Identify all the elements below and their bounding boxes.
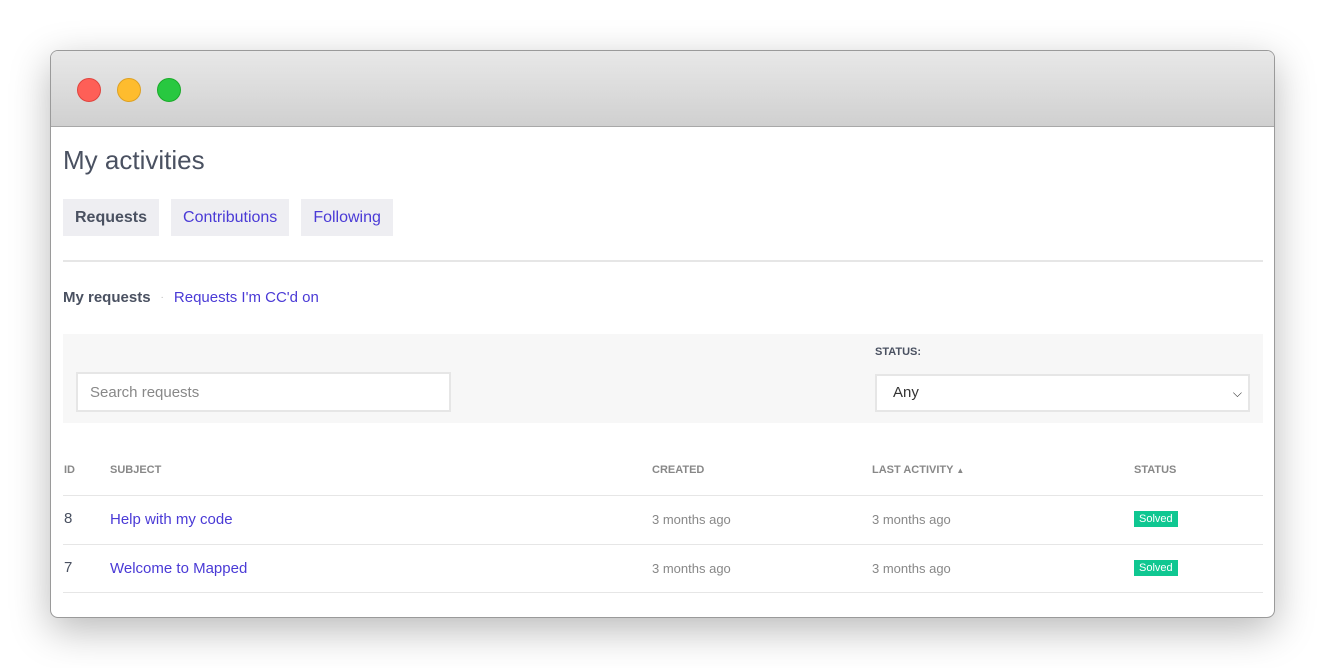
tab-following[interactable]: Following	[301, 199, 393, 236]
title-bar	[51, 51, 1274, 127]
tab-contributions[interactable]: Contributions	[171, 199, 290, 236]
tabs: Requests Contributions Following	[63, 199, 393, 236]
zoom-button[interactable]	[157, 78, 181, 102]
cc-requests-link[interactable]: Requests I'm CC'd on	[174, 289, 319, 306]
status-label: STATUS:	[875, 346, 922, 358]
header-subject[interactable]: SUBJECT	[110, 464, 161, 476]
header-last-activity-label: LAST ACTIVITY	[872, 464, 954, 476]
header-created[interactable]: CREATED	[652, 464, 704, 476]
separator: ·	[160, 292, 164, 303]
table-end-divider	[63, 592, 1263, 593]
search-input[interactable]	[76, 372, 451, 412]
request-id: 8	[64, 510, 73, 527]
chevron-down-icon: ⌵	[1232, 386, 1242, 400]
table-row: 8 Help with my code 3 months ago 3 month…	[63, 495, 1263, 544]
header-last-activity[interactable]: LAST ACTIVITY ▲	[872, 464, 964, 476]
request-subject-link[interactable]: Welcome to Mapped	[110, 560, 247, 577]
subnav: My requests · Requests I'm CC'd on	[63, 289, 319, 306]
created: 3 months ago	[652, 512, 731, 527]
table-row: 7 Welcome to Mapped 3 months ago 3 month…	[63, 544, 1263, 593]
close-button[interactable]	[77, 78, 101, 102]
header-id[interactable]: ID	[64, 464, 75, 476]
minimize-button[interactable]	[117, 78, 141, 102]
tab-requests[interactable]: Requests	[63, 199, 160, 236]
my-requests-link[interactable]: My requests	[63, 289, 151, 306]
sort-asc-icon: ▲	[956, 466, 965, 475]
status-badge: Solved	[1134, 511, 1178, 527]
status-badge: Solved	[1134, 560, 1178, 576]
created: 3 months ago	[652, 561, 731, 576]
last-activity: 3 months ago	[872, 561, 951, 576]
header-status[interactable]: STATUS	[1134, 464, 1176, 476]
last-activity: 3 months ago	[872, 512, 951, 527]
divider	[63, 260, 1263, 262]
status-select[interactable]: Any ⌵	[875, 374, 1250, 412]
status-value: Any	[893, 384, 919, 401]
page-title: My activities	[63, 145, 205, 175]
filter-bar: STATUS: Any ⌵	[63, 334, 1263, 423]
request-subject-link[interactable]: Help with my code	[110, 511, 233, 528]
request-id: 7	[64, 559, 73, 576]
browser-window: My activities Requests Contributions Fol…	[50, 50, 1275, 618]
